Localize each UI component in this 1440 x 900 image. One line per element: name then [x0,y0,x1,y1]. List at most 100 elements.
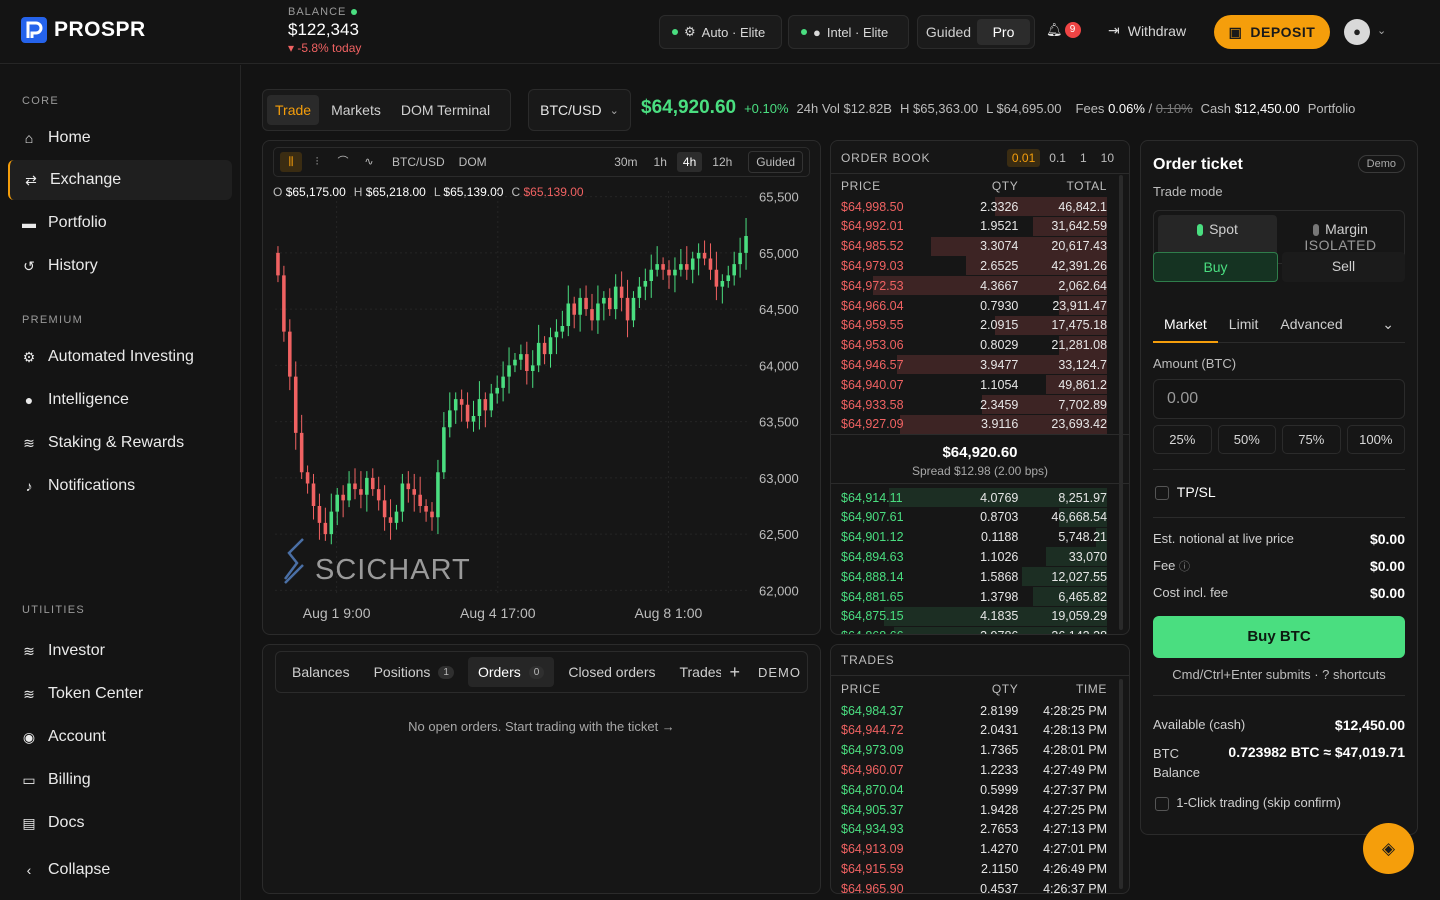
buy-side-button[interactable]: Buy [1153,252,1278,282]
ask-row[interactable]: $64,992.01 1.9521 31,642.59 [841,216,1107,236]
mode-pro[interactable]: Pro [977,19,1030,45]
sidebar-item-docs[interactable]: ▤ Docs [8,803,232,843]
price-chart[interactable]: 65,500 65,000 64,500 64,000 63,500 63,000 62,5… [263,191,820,631]
tab-markets[interactable]: Markets [323,95,389,125]
tpsl-toggle[interactable]: TP/SL [1155,484,1216,501]
auto-elite-pill[interactable]: ⚙ Auto · Elite [659,15,782,49]
pct-50-button[interactable]: 50% [1217,425,1276,454]
bars-icon[interactable]: ⫶ [306,152,328,172]
tab-positions[interactable]: Positions 1 [364,657,464,687]
ask-row[interactable]: $64,972.53 4.3667 2,062.64 [841,276,1107,296]
sidebar-collapse[interactable]: ‹ Collapse [8,850,232,890]
sidebar-item-intelligence[interactable]: ● Intelligence [8,380,232,420]
candle-body [702,252,707,259]
tf-12h[interactable]: 12h [706,152,738,172]
tab-trades[interactable]: Trades [669,657,721,687]
ask-row[interactable]: $64,927.09 3.9116 23,693.42 [841,414,1107,434]
avatar[interactable]: ● [1344,19,1370,45]
precision-10[interactable]: 10 [1096,149,1119,167]
precision-0-01[interactable]: 0.01 [1006,149,1041,167]
amount-input[interactable]: 0.00 [1153,379,1405,419]
withdraw-button[interactable]: ⇥ Withdraw [1108,22,1186,39]
sidebar-item-notifications[interactable]: ♪ Notifications [8,466,232,506]
ask-row[interactable]: $64,946.57 3.9477 33,124.7 [841,355,1107,375]
brand-logo[interactable]: PROSPR [20,16,146,44]
sidebar-item-billing[interactable]: ▭ Billing [8,760,232,800]
one-click-toggle[interactable]: 1-Click trading (skip confirm) [1155,795,1341,811]
line-icon[interactable]: ∿ [358,152,380,172]
bid-row[interactable]: $64,914.11 4.0769 8,251.97 [841,488,1107,507]
scrollbar[interactable] [1119,175,1123,630]
bid-row[interactable]: $64,907.61 0.8703 46,668.54 [841,507,1107,527]
buy-btc-button[interactable]: Buy BTC [1153,616,1405,658]
chevron-down-icon[interactable]: ⌄ [1377,24,1386,37]
row-price: $64,913.09 [841,842,904,857]
row-qty: 2.8199 [980,703,1019,718]
pair-select[interactable]: BTC/USD ⌄ [528,89,631,131]
intel-elite-pill[interactable]: ● Intel · Elite [788,15,909,49]
bid-row[interactable]: $64,875.15 4.1835 19,059.29 [841,606,1107,626]
tf-30m[interactable]: 30m [608,152,643,172]
precision-0-1[interactable]: 0.1 [1044,149,1071,167]
sidebar-item-exchange[interactable]: ⇄ Exchange [8,160,232,200]
tab-balances[interactable]: Balances [282,657,360,687]
chart-dom-toggle[interactable]: DOM [459,155,487,169]
ask-row[interactable]: $64,985.52 3.3074 20,617.43 [841,236,1107,256]
ask-row[interactable]: $64,959.55 2.0915 17,475.18 [841,315,1107,335]
ask-row[interactable]: $64,953.06 0.8029 21,281.08 [841,335,1107,355]
tab-advanced[interactable]: Advanced [1269,309,1353,343]
mode-guided[interactable]: Guided [922,19,975,45]
orderbook-title: ORDER BOOK [841,151,931,165]
candle-body [726,275,731,281]
pct-100-button[interactable]: 100% [1346,425,1405,454]
scrollbar[interactable] [1119,679,1123,889]
tab-limit[interactable]: Limit [1218,309,1270,343]
area-icon[interactable]: ⌒ [332,152,354,172]
candle-body [525,354,529,371]
tf-4h[interactable]: 4h [676,152,703,172]
info-icon[interactable]: ⓘ [1179,561,1190,573]
candle-body [329,511,334,535]
tab-dom-terminal[interactable]: DOM Terminal [393,95,498,125]
bid-row[interactable]: $64,901.12 0.1188 5,748.21 [841,527,1107,547]
notifications-button[interactable]: 🔔︎ 9 [1046,22,1081,38]
deposit-button[interactable]: ▣ DEPOSIT [1214,15,1330,49]
chart-guided-button[interactable]: Guided [748,151,803,173]
trade-tabs: Trade Markets DOM Terminal [262,89,511,131]
sell-side-button[interactable]: Sell [1282,252,1405,282]
ask-row[interactable]: $64,940.07 1.1054 49,861.2 [841,375,1107,395]
ask-row[interactable]: $64,933.58 2.3459 7,702.89 [841,395,1107,414]
bid-row[interactable]: $64,888.14 1.5868 12,027.55 [841,567,1107,587]
row-price: $64,901.12 [841,530,904,545]
pct-25-button[interactable]: 25% [1153,425,1212,454]
sidebar-item-investor[interactable]: ≋ Investor [8,631,232,671]
tab-closed-orders[interactable]: Closed orders [558,657,665,687]
tab-trade[interactable]: Trade [267,95,320,125]
row-price: $64,984.37 [841,703,904,718]
sidebar-item-history[interactable]: ↺ History [8,246,232,286]
precision-1[interactable]: 1 [1075,149,1092,167]
sidebar-item-home[interactable]: ⌂ Home [8,118,232,158]
sidebar-item-automated-investing[interactable]: ⚙ Automated Investing [8,337,232,377]
assistant-button[interactable]: ◈ [1363,823,1414,874]
bid-row[interactable]: $64,868.663.978636,142.38 [841,626,1107,634]
tab-market[interactable]: Market [1153,309,1218,343]
sidebar-item-staking[interactable]: ≋ Staking & Rewards [8,423,232,463]
pct-75-button[interactable]: 75% [1282,425,1341,454]
ask-row[interactable]: $64,998.50 2.3326 46,842.1 [841,197,1107,216]
tf-1h[interactable]: 1h [648,152,673,172]
sidebar-item-account[interactable]: ◉ Account [8,717,232,757]
chevron-down-icon[interactable]: ⌄ [1371,309,1405,343]
ask-row[interactable]: $64,979.03 2.6525 42,391.26 [841,256,1107,276]
bid-row[interactable]: $64,881.65 1.3798 6,465.82 [841,587,1107,606]
trade-mode-label: Trade mode [1153,184,1223,199]
mode-toggle[interactable]: Guided Pro [917,15,1035,49]
sidebar-item-portfolio[interactable]: ▬ Portfolio [8,203,232,243]
candles-icon[interactable]: ⫼ [280,152,302,172]
plus-icon[interactable]: + [729,662,740,683]
bid-row[interactable]: $64,894.63 1.1026 33,070 [841,547,1107,567]
portfolio-link[interactable]: Portfolio [1308,101,1356,116]
tab-orders[interactable]: Orders 0 [467,657,555,687]
ask-row[interactable]: $64,966.04 0.7930 23,911.47 [841,296,1107,315]
sidebar-item-token-center[interactable]: ≋ Token Center [8,674,232,714]
